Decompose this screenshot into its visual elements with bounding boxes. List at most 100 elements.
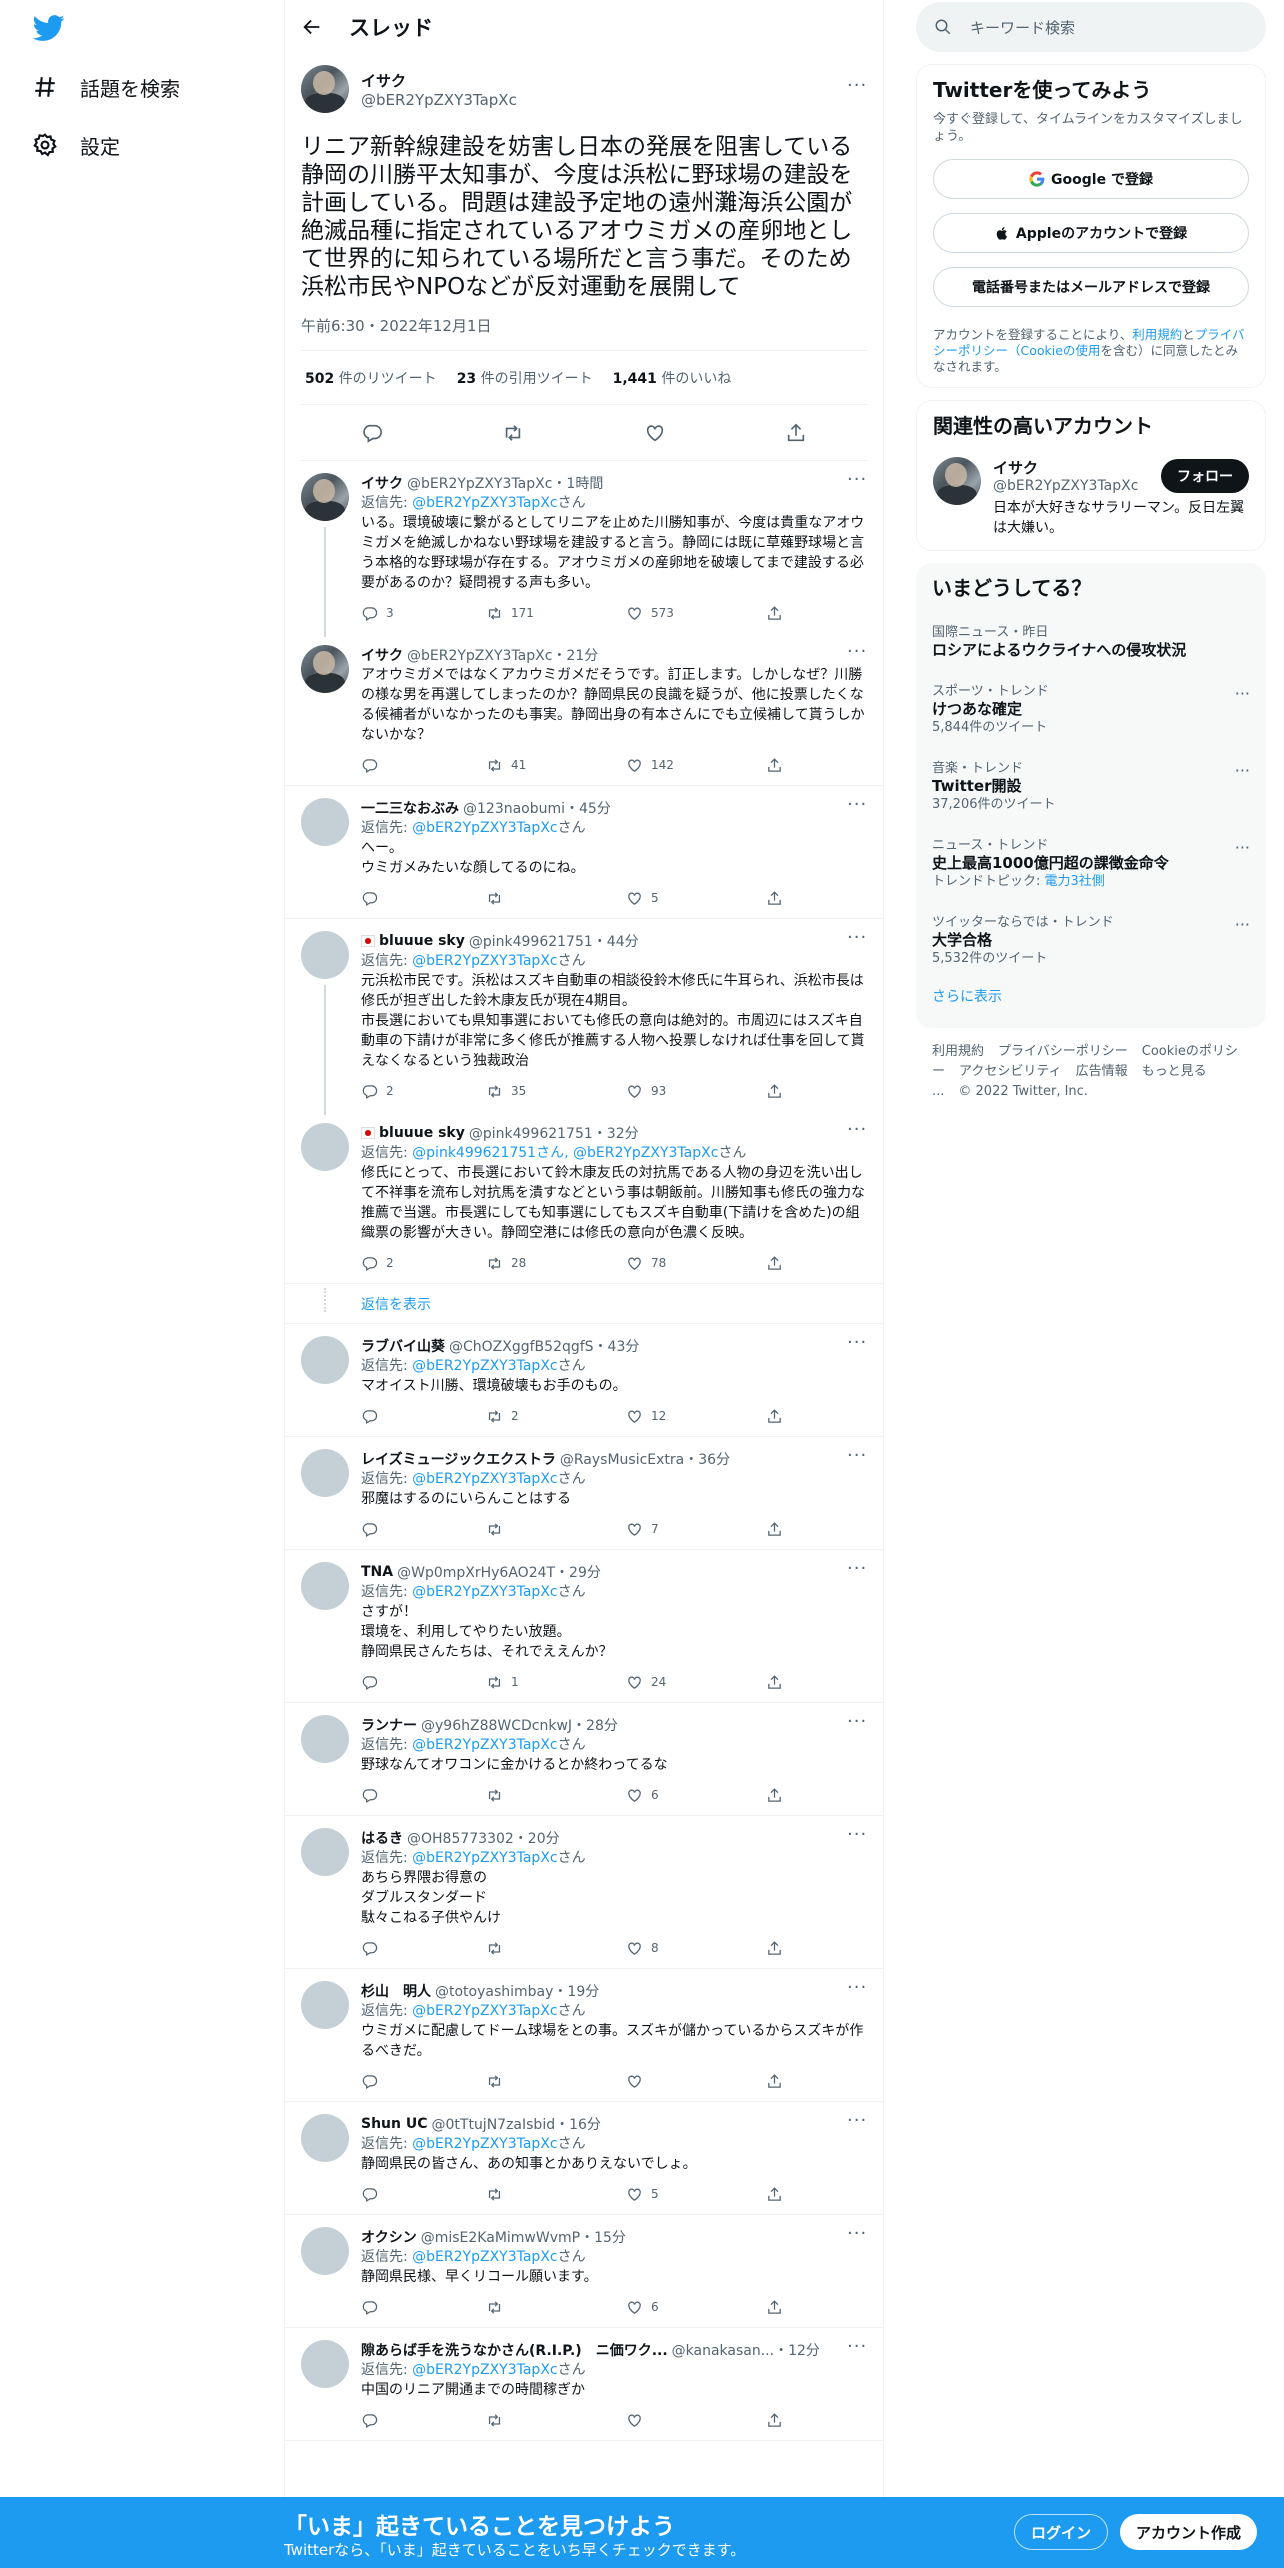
avatar[interactable] — [301, 1562, 349, 1610]
reply-button[interactable] — [361, 2073, 486, 2090]
retweet-button[interactable] — [486, 1521, 626, 1538]
reply-button[interactable] — [361, 1940, 486, 1957]
trend-item[interactable]: 音楽・トレンド Twitter開設 37,206件のツイート ··· — [932, 747, 1250, 824]
avatar[interactable] — [301, 1449, 349, 1497]
reply-author-handle[interactable]: @OH85773302・20分 — [407, 1828, 560, 1848]
footer-link[interactable]: アクセシビリティ — [959, 1064, 1062, 1079]
back-arrow-icon[interactable] — [301, 16, 323, 38]
reply-tweet[interactable]: 隙あらば手を洗うなかさん(R.I.P.) ニ価ワク... @kanakasan..… — [285, 2328, 883, 2441]
more-options-icon[interactable]: ··· — [847, 1123, 867, 1143]
search-bar[interactable]: キーワード検索 — [916, 2, 1266, 52]
retweet-button[interactable] — [486, 2186, 626, 2203]
reply-to-link[interactable]: @bER2YpZXY3TapXc — [412, 953, 557, 969]
related-handle[interactable]: @bER2YpZXY3TapXc — [993, 478, 1138, 494]
reply-tweet[interactable]: オクシン @misE2KaMimwWvmP・15分 ··· 返信先: @bER2YpZ… — [285, 2215, 883, 2328]
like-stat[interactable]: 1,441 件のいいね — [613, 368, 732, 388]
like-button[interactable]: 5 — [626, 2186, 766, 2203]
reply-author-handle[interactable]: @RaysMusicExtra・36分 — [560, 1449, 730, 1469]
reply-author-handle[interactable]: @ChOZXggfB52qgfS・43分 — [449, 1336, 639, 1356]
more-options-icon[interactable]: ··· — [1235, 684, 1250, 703]
reply-button[interactable]: 2 — [361, 1255, 486, 1272]
reply-button[interactable]: 2 — [361, 1083, 486, 1100]
reply-author-name[interactable]: 隙あらば手を洗うなかさん(R.I.P.) ニ価ワク... — [361, 2340, 668, 2360]
like-button[interactable] — [626, 2412, 766, 2429]
avatar[interactable] — [301, 798, 349, 846]
retweet-button[interactable] — [486, 1787, 626, 1804]
retweet-button[interactable]: 35 — [486, 1083, 626, 1100]
author-handle[interactable]: @bER2YpZXY3TapXc — [361, 91, 847, 109]
reply-author-handle[interactable]: @bER2YpZXY3TapXc・1時間 — [407, 473, 603, 493]
reply-tweet[interactable]: ラブバイ山葵 @ChOZXggfB52qgfS・43分 ··· 返信先: @bER2Y… — [285, 1324, 883, 1437]
reply-button[interactable] — [361, 890, 486, 907]
reply-author-name[interactable]: イサク — [361, 645, 403, 665]
terms-link[interactable]: 利用規約 — [1132, 327, 1182, 342]
apple-signup-button[interactable]: Appleのアカウントで登録 — [933, 213, 1249, 253]
more-options-icon[interactable]: ··· — [847, 931, 867, 951]
avatar[interactable] — [301, 2340, 349, 2388]
reply-author-name[interactable]: レイズミュージックエクストラ — [361, 1449, 556, 1469]
avatar[interactable] — [301, 1981, 349, 2029]
retweet-button[interactable]: 1 — [486, 1674, 626, 1691]
reply-tweet[interactable]: はるき @OH85773302・20分 ··· 返信先: @bER2YpZXY3Tap… — [285, 1816, 883, 1969]
reply-tweet[interactable]: イサク @bER2YpZXY3TapXc・21分 ··· アオウミガメではなくアカウミ… — [285, 633, 883, 786]
signup-button[interactable]: アカウント作成 — [1120, 2514, 1258, 2550]
reply-to-link[interactable]: @bER2YpZXY3TapXc — [412, 495, 557, 511]
trend-item[interactable]: スポーツ・トレンド けつあな確定 5,844件のツイート ··· — [932, 670, 1250, 747]
nav-explore[interactable]: 話題を検索 — [32, 65, 180, 109]
reply-button[interactable] — [361, 1408, 486, 1425]
like-button[interactable] — [626, 2073, 766, 2090]
retweet-button[interactable]: 28 — [486, 1255, 626, 1272]
share-button[interactable] — [766, 2073, 783, 2090]
retweet-icon[interactable] — [502, 422, 524, 444]
google-signup-button[interactable]: Google で登録 — [933, 159, 1249, 199]
reply-author-handle[interactable]: @pink499621751・44分 — [469, 931, 639, 951]
reply-tweet[interactable]: Shun UC @0tTtujN7zaIsbid・16分 ··· 返信先: @bER2… — [285, 2102, 883, 2215]
reply-to-link[interactable]: @bER2YpZXY3TapXc — [412, 1471, 557, 1487]
retweet-stat[interactable]: 502 件のリツイート — [305, 368, 437, 388]
more-options-icon[interactable]: ··· — [847, 2340, 867, 2360]
reply-author-handle[interactable]: @y96hZ88WCDcnkwJ・28分 — [421, 1715, 618, 1735]
reply-tweet[interactable]: 一二三なおぶみ @123naobumi・45分 ··· 返信先: @bER2YpZXY… — [285, 786, 883, 919]
share-button[interactable] — [766, 2186, 783, 2203]
reply-author-name[interactable]: bluuue sky — [379, 933, 465, 949]
more-options-icon[interactable]: ··· — [847, 1562, 867, 1582]
reply-button[interactable] — [361, 2412, 486, 2429]
author-name[interactable]: イサク — [361, 70, 847, 91]
retweet-button[interactable] — [486, 2073, 626, 2090]
reply-to-link[interactable]: @bER2YpZXY3TapXc — [412, 2362, 557, 2378]
like-button[interactable]: 7 — [626, 1521, 766, 1538]
more-options-icon[interactable]: ··· — [847, 1449, 867, 1469]
avatar[interactable] — [301, 65, 349, 113]
like-button[interactable]: 93 — [626, 1083, 766, 1100]
reply-author-handle[interactable]: @Wp0mpXrHy6AO24T・29分 — [397, 1562, 601, 1582]
reply-author-name[interactable]: はるき — [361, 1828, 403, 1848]
footer-link[interactable]: 広告情報 — [1076, 1064, 1128, 1079]
avatar[interactable] — [301, 645, 349, 693]
avatar[interactable] — [301, 1828, 349, 1876]
reply-button[interactable] — [361, 1674, 486, 1691]
reply-author-name[interactable]: ランナー — [361, 1715, 417, 1735]
quote-stat[interactable]: 23 件の引用ツイート — [457, 368, 593, 388]
reply-author-name[interactable]: Shun UC — [361, 2116, 428, 2132]
more-options-icon[interactable]: ··· — [847, 1828, 867, 1848]
like-button[interactable]: 24 — [626, 1674, 766, 1691]
show-replies-link[interactable]: 返信を表示 — [285, 1284, 883, 1324]
avatar[interactable] — [301, 931, 349, 979]
more-options-icon[interactable]: ··· — [847, 2227, 867, 2247]
reply-author-handle[interactable]: @totoyashimbay・19分 — [435, 1981, 599, 2001]
more-options-icon[interactable]: ··· — [847, 473, 867, 493]
reply-author-name[interactable]: 一二三なおぶみ — [361, 798, 459, 818]
share-button[interactable] — [766, 1674, 783, 1691]
reply-button[interactable] — [361, 2186, 486, 2203]
share-button[interactable] — [766, 1408, 783, 1425]
share-button[interactable] — [766, 2412, 783, 2429]
reply-author-handle[interactable]: @bER2YpZXY3TapXc・21分 — [407, 645, 598, 665]
footer-link[interactable]: © 2022 Twitter, Inc. — [958, 1084, 1088, 1099]
reply-author-handle[interactable]: @kanakasan...・12分 — [672, 2340, 820, 2360]
share-button[interactable] — [766, 1787, 783, 1804]
reply-author-name[interactable]: bluuue sky — [379, 1125, 465, 1141]
trend-topic-link[interactable]: 電力3社側 — [1045, 874, 1105, 889]
twitter-logo-icon[interactable] — [32, 12, 66, 44]
like-button[interactable]: 12 — [626, 1408, 766, 1425]
reply-tweet[interactable]: レイズミュージックエクストラ @RaysMusicExtra・36分 ··· 返信先:… — [285, 1437, 883, 1550]
